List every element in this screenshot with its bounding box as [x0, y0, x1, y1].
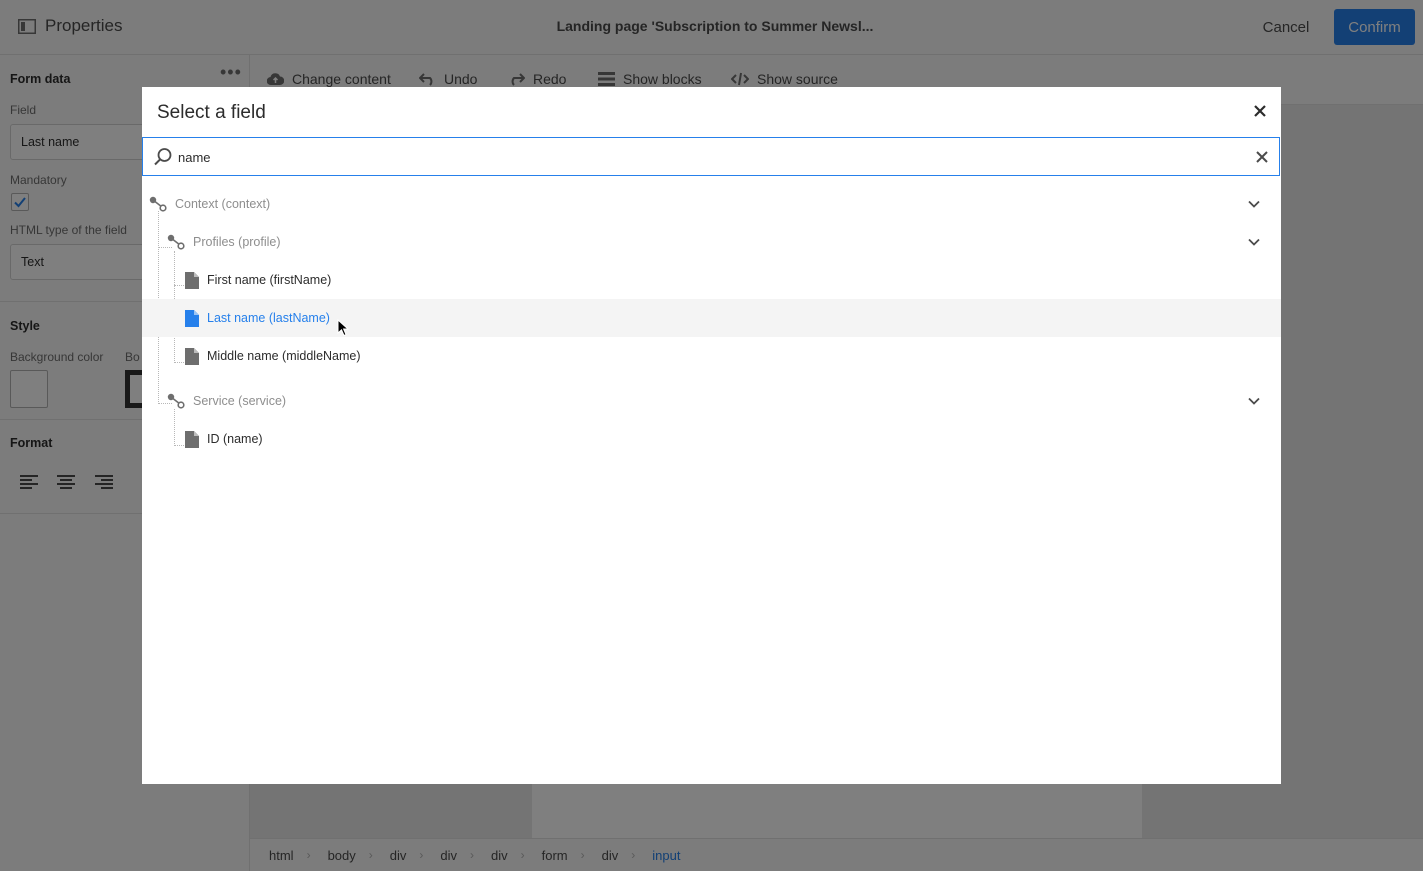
tree-item-last-name[interactable]: Last name (lastName)	[142, 299, 1281, 337]
chevron-down-icon[interactable]	[1247, 197, 1261, 211]
file-icon	[185, 272, 199, 289]
file-icon	[185, 310, 199, 327]
tree-label: Service (service)	[193, 394, 287, 408]
link-node-icon	[149, 196, 167, 212]
tree-label: Profiles (profile)	[193, 235, 281, 249]
search-icon	[154, 148, 172, 166]
select-field-dialog: Select a field Context (	[142, 87, 1281, 784]
tree-label: ID (name)	[207, 432, 263, 446]
tree-node-context[interactable]: Context (context)	[142, 185, 1281, 223]
chevron-down-icon[interactable]	[1247, 394, 1261, 408]
link-node-icon	[167, 234, 185, 250]
search-input[interactable]	[178, 146, 1228, 168]
tree-item-middle-name[interactable]: Middle name (middleName)	[142, 337, 1281, 375]
search-box	[142, 137, 1280, 176]
link-node-icon	[167, 393, 185, 409]
tree-label: Context (context)	[175, 197, 271, 211]
tree-label: First name (firstName)	[207, 273, 332, 287]
tree-label: Last name (lastName)	[207, 311, 330, 325]
dialog-title: Select a field	[157, 102, 266, 123]
chevron-down-icon[interactable]	[1247, 235, 1261, 249]
file-icon	[185, 348, 199, 365]
tree-item-id[interactable]: ID (name)	[142, 420, 1281, 458]
tree-item-first-name[interactable]: First name (firstName)	[142, 261, 1281, 299]
tree-node-service[interactable]: Service (service)	[142, 382, 1281, 420]
file-icon	[185, 431, 199, 448]
tree-label: Middle name (middleName)	[207, 349, 361, 363]
tree-node-profiles[interactable]: Profiles (profile)	[142, 223, 1281, 261]
close-icon[interactable]	[1250, 101, 1270, 121]
clear-search-icon[interactable]	[1253, 148, 1271, 166]
mouse-cursor-icon	[337, 319, 349, 337]
